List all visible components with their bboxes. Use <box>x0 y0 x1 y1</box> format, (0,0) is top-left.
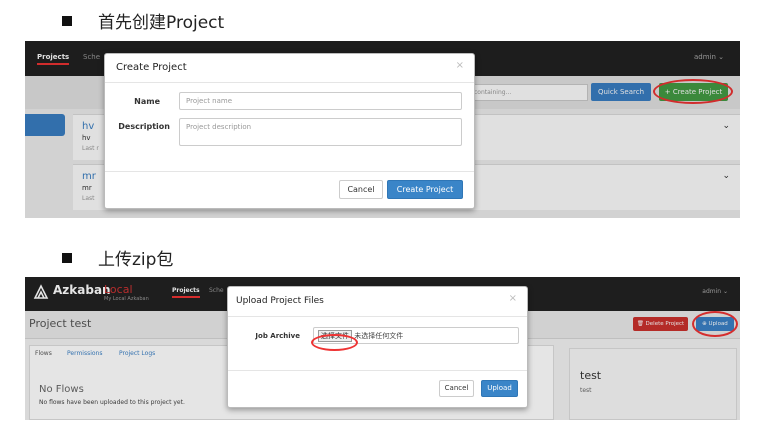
create-project-screenshot: Projects Sche admin ⌄ containing... Quic… <box>25 41 740 218</box>
bullet-square-icon <box>62 252 72 263</box>
description-label: Description <box>118 122 170 131</box>
name-field[interactable]: Project name <box>179 92 462 110</box>
create-project-submit-button[interactable]: Create Project <box>387 180 463 199</box>
upload-project-modal: Upload Project Files × Job Archive 选择文件 … <box>227 286 528 408</box>
cancel-button[interactable]: Cancel <box>339 180 383 199</box>
modal-divider <box>105 171 474 172</box>
cancel-button[interactable]: Cancel <box>439 380 474 397</box>
highlight-circle <box>311 334 358 351</box>
bullet-square-icon <box>62 15 72 26</box>
job-archive-label: Job Archive <box>255 332 300 340</box>
modal-title: Create Project <box>116 62 187 73</box>
modal-divider <box>228 316 527 317</box>
section-heading-upload-text: 上传zip包 <box>98 250 174 270</box>
no-file-text: 未选择任何文件 <box>354 332 404 340</box>
section-heading-create: 首先创建Project <box>62 8 224 33</box>
modal-divider <box>105 82 474 83</box>
upload-submit-button[interactable]: Upload <box>481 380 518 397</box>
create-project-modal: Create Project × Name Project name Descr… <box>104 53 475 209</box>
close-icon[interactable]: × <box>456 60 464 71</box>
name-label: Name <box>134 97 160 106</box>
section-heading-create-text: 首先创建Project <box>98 13 225 33</box>
modal-title: Upload Project Files <box>236 296 324 306</box>
section-heading-upload: 上传zip包 <box>62 245 173 270</box>
upload-zip-screenshot: Azkaban Local My Local Azkaban Projects … <box>25 277 740 420</box>
description-field[interactable]: Project description <box>179 118 462 146</box>
close-icon[interactable]: × <box>509 293 517 304</box>
modal-divider <box>228 370 527 371</box>
